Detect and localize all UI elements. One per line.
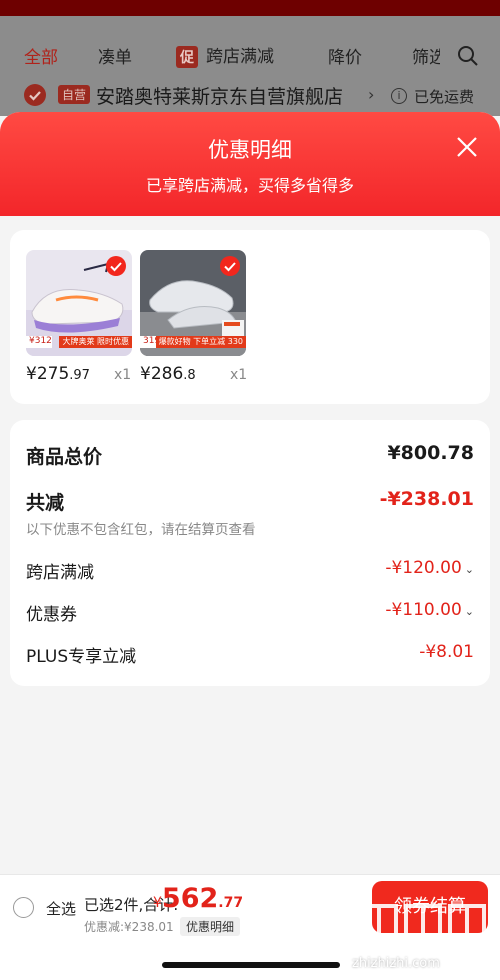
total-label: 商品总价 [26, 446, 103, 468]
plus-discount-label: PLUS专享立减 [26, 647, 137, 667]
total-amount: ¥562.77 [153, 883, 244, 914]
cart-background: 全部 凑单 促跨店满减 降价 筛选 自营 安踏奥特莱斯京东自营旗舰店 › i 已… [0, 16, 500, 116]
search-icon[interactable] [456, 44, 480, 68]
sheet-header: 优惠明细 已享跨店满减，买得多省得多 [0, 112, 500, 216]
plus-discount-value: -¥8.01 [419, 642, 474, 662]
product-price: ¥275.97 [26, 364, 90, 384]
price-summary-card: 商品总价 ¥800.78 共减 -¥238.01 以下优惠不包含红包，请在结算页… [10, 420, 490, 686]
product-qty: x1 [114, 367, 132, 383]
reduce-note: 以下优惠不包含红包，请在结算页查看 [26, 522, 256, 538]
discount-summary: 优惠减:¥238.01 [84, 920, 174, 934]
product-check-icon[interactable] [106, 256, 126, 276]
product-image-shoe-white[interactable]: ¥312 大牌奥莱 限时优惠 [26, 250, 132, 356]
tab-cross-store-label: 跨店满减 [206, 47, 274, 67]
tab-price-drop[interactable]: 降价 [328, 43, 362, 68]
select-all-radio[interactable] [13, 897, 34, 918]
sheet-title: 优惠明细 [208, 138, 292, 162]
watermark-logo [360, 904, 486, 944]
watermark-text: zhizhizhi.com [352, 956, 440, 971]
product-check-icon[interactable] [220, 256, 240, 276]
cross-store-discount-label: 跨店满减 [26, 563, 94, 583]
products-card: ¥312 大牌奥莱 限时优惠 ¥275.97 x1 319 爆款好物 下单立减 … [10, 230, 490, 404]
home-indicator [162, 962, 340, 968]
coupon-label: 优惠券 [26, 605, 77, 625]
store-row: 自营 安踏奥特莱斯京东自营旗舰店 › i 已免运费 [0, 76, 500, 116]
tab-filter[interactable]: 筛选 [412, 43, 440, 68]
product-qty: x1 [230, 367, 248, 383]
cross-store-discount-value[interactable]: -¥120.00 ⌄ [385, 558, 474, 578]
promo-strip: 大牌奥莱 限时优惠 [59, 336, 132, 348]
cart-tabs: 全部 凑单 促跨店满减 降价 筛选 [0, 30, 500, 80]
info-icon[interactable]: i [391, 88, 407, 104]
tag-price: ¥312 [26, 336, 52, 348]
coupon-value[interactable]: -¥110.00 ⌄ [385, 600, 474, 620]
reduce-value: -¥238.01 [379, 488, 474, 510]
product-item[interactable]: 319 爆款好物 下单立减 330 ¥286.8 x1 [140, 250, 247, 384]
discount-detail-toggle[interactable]: 优惠明细 [180, 917, 241, 936]
total-value: ¥800.78 [387, 442, 474, 464]
chevron-down-icon: ⌄ [464, 563, 474, 576]
self-operated-badge: 自营 [58, 85, 91, 104]
tab-all[interactable]: 全部 [24, 43, 58, 68]
store-check-icon[interactable] [24, 84, 46, 106]
reduce-label: 共减 [26, 492, 65, 514]
store-chevron-icon: › [368, 85, 375, 104]
product-image-shoe-grey[interactable]: 319 爆款好物 下单立减 330 [140, 250, 246, 356]
discount-detail-sheet: 优惠明细 已享跨店满减，买得多省得多 ¥312 大牌奥莱 限时优惠 ¥275.9… [0, 112, 500, 980]
chevron-down-icon: ⌄ [464, 605, 474, 618]
tab-cross-store[interactable]: 促跨店满减 [176, 42, 274, 68]
product-price: ¥286.8 [140, 364, 196, 384]
select-all-label[interactable]: 全选 [46, 898, 76, 919]
promo-strip: 爆款好物 下单立减 330 [155, 336, 246, 348]
store-name[interactable]: 安踏奥特莱斯京东自营旗舰店 [96, 82, 343, 109]
tab-bundle[interactable]: 凑单 [98, 43, 132, 68]
close-icon[interactable] [456, 136, 478, 158]
promo-badge: 促 [176, 46, 198, 68]
product-item[interactable]: ¥312 大牌奥莱 限时优惠 ¥275.97 x1 [26, 250, 132, 384]
status-strip [0, 0, 500, 16]
shipping-status: 已免运费 [414, 88, 475, 106]
sheet-subtitle: 已享跨店满减，买得多省得多 [145, 176, 354, 195]
